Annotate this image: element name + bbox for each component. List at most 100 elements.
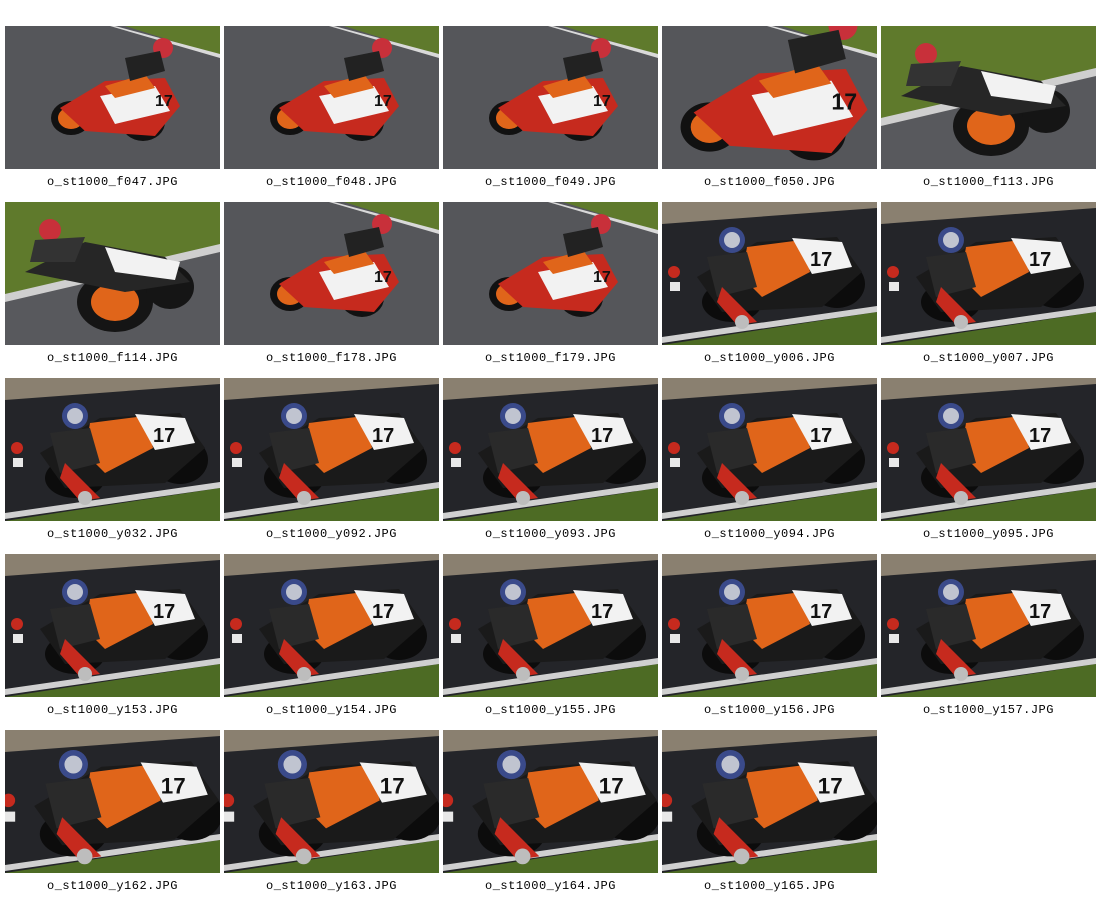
motorcycle-photo: 17 xyxy=(443,730,658,873)
thumbnail-item[interactable]: 17 o_st1000_y153.JPG xyxy=(5,554,220,724)
thumbnail-image[interactable]: 17 xyxy=(5,378,220,521)
thumbnail-filename[interactable]: o_st1000_y032.JPG xyxy=(5,527,220,541)
thumbnail-item[interactable]: 17 o_st1000_y155.JPG xyxy=(443,554,658,724)
thumbnail-image[interactable]: 17 xyxy=(5,730,220,873)
thumbnail-filename[interactable]: o_st1000_f178.JPG xyxy=(224,351,439,365)
thumbnail-filename[interactable]: o_st1000_y094.JPG xyxy=(662,527,877,541)
thumbnail-filename[interactable]: o_st1000_y092.JPG xyxy=(224,527,439,541)
thumbnail-gallery: 17 o_st1000_f047.JPG 17 o_st1000_f048.JP… xyxy=(0,0,1100,900)
thumbnail-filename[interactable]: o_st1000_y163.JPG xyxy=(224,879,439,893)
thumbnail-item[interactable]: 17 o_st1000_y165.JPG xyxy=(662,730,877,900)
thumbnail-image[interactable]: 17 xyxy=(881,202,1096,345)
thumbnail-item[interactable]: 17 o_st1000_y164.JPG xyxy=(443,730,658,900)
thumbnail-item[interactable]: 17 o_st1000_y154.JPG xyxy=(224,554,439,724)
thumbnail-item[interactable]: 17 o_st1000_y095.JPG xyxy=(881,378,1096,548)
thumbnail-filename[interactable]: o_st1000_y157.JPG xyxy=(881,703,1096,717)
svg-text:17: 17 xyxy=(1029,249,1051,271)
thumbnail-item[interactable]: 17 o_st1000_f179.JPG xyxy=(443,202,658,372)
svg-text:17: 17 xyxy=(380,774,405,799)
thumbnail-item[interactable]: 17 o_st1000_y094.JPG xyxy=(662,378,877,548)
thumbnail-item[interactable]: 17 o_st1000_y007.JPG xyxy=(881,202,1096,372)
thumbnail-item[interactable]: 17 o_st1000_f050.JPG xyxy=(662,26,877,196)
thumbnail-image[interactable]: 17 xyxy=(443,554,658,697)
thumbnail-item[interactable]: 17 o_st1000_f047.JPG xyxy=(5,26,220,196)
thumbnail-image[interactable]: 17 xyxy=(881,554,1096,697)
thumbnail-filename[interactable]: o_st1000_y165.JPG xyxy=(662,879,877,893)
thumbnail-filename[interactable]: o_st1000_y153.JPG xyxy=(5,703,220,717)
thumbnail-filename[interactable]: o_st1000_f047.JPG xyxy=(5,175,220,189)
thumbnail-item[interactable]: 17 o_st1000_y006.JPG xyxy=(662,202,877,372)
motorcycle-photo: 17 xyxy=(662,202,877,345)
thumbnail-item[interactable]: 17 o_st1000_y156.JPG xyxy=(662,554,877,724)
motorcycle-photo: 17 xyxy=(443,202,658,345)
thumbnail-image[interactable]: 17 xyxy=(443,26,658,169)
thumbnail-image[interactable]: 17 xyxy=(224,202,439,345)
thumbnail-image[interactable]: 17 xyxy=(662,730,877,873)
thumbnail-filename[interactable]: o_st1000_y154.JPG xyxy=(224,703,439,717)
motorcycle-photo: 17 xyxy=(662,730,877,873)
motorcycle-photo: 17 xyxy=(5,26,220,169)
thumbnail-image[interactable]: 17 xyxy=(224,26,439,169)
thumbnail-item[interactable]: 17 o_st1000_y032.JPG xyxy=(5,378,220,548)
svg-text:17: 17 xyxy=(591,601,613,623)
thumbnail-image[interactable]: 17 xyxy=(224,378,439,521)
svg-text:17: 17 xyxy=(818,774,843,799)
motorcycle-photo: 17 xyxy=(662,378,877,521)
thumbnail-item[interactable]: 17 o_st1000_y092.JPG xyxy=(224,378,439,548)
motorcycle-photo: 17 xyxy=(662,26,877,169)
thumbnail-filename[interactable]: o_st1000_y095.JPG xyxy=(881,527,1096,541)
svg-text:17: 17 xyxy=(599,774,624,799)
thumbnail-filename[interactable]: o_st1000_y093.JPG xyxy=(443,527,658,541)
svg-text:17: 17 xyxy=(810,425,832,447)
thumbnail-image[interactable]: 17 xyxy=(224,554,439,697)
thumbnail-filename[interactable]: o_st1000_f179.JPG xyxy=(443,351,658,365)
thumbnail-item[interactable]: 17 o_st1000_f048.JPG xyxy=(224,26,439,196)
svg-text:17: 17 xyxy=(372,425,394,447)
thumbnail-item[interactable]: 17 o_st1000_y093.JPG xyxy=(443,378,658,548)
thumbnail-image[interactable]: 17 xyxy=(881,378,1096,521)
thumbnail-filename[interactable]: o_st1000_y162.JPG xyxy=(5,879,220,893)
thumbnail-image[interactable]: 17 xyxy=(5,26,220,169)
svg-text:17: 17 xyxy=(831,89,857,115)
thumbnail-image[interactable] xyxy=(881,26,1096,169)
thumbnail-image[interactable]: 17 xyxy=(443,730,658,873)
thumbnail-filename[interactable]: o_st1000_y007.JPG xyxy=(881,351,1096,365)
svg-text:17: 17 xyxy=(153,601,175,623)
thumbnail-item[interactable]: 17 o_st1000_f049.JPG xyxy=(443,26,658,196)
motorcycle-photo: 17 xyxy=(224,378,439,521)
motorcycle-photo: 17 xyxy=(5,554,220,697)
svg-text:17: 17 xyxy=(1029,425,1051,447)
svg-text:17: 17 xyxy=(1029,601,1051,623)
thumbnail-image[interactable] xyxy=(5,202,220,345)
thumbnail-item[interactable]: 17 o_st1000_y157.JPG xyxy=(881,554,1096,724)
motorcycle-photo xyxy=(881,26,1096,169)
thumbnail-filename[interactable]: o_st1000_y006.JPG xyxy=(662,351,877,365)
motorcycle-photo: 17 xyxy=(443,26,658,169)
thumbnail-filename[interactable]: o_st1000_y156.JPG xyxy=(662,703,877,717)
thumbnail-filename[interactable]: o_st1000_f048.JPG xyxy=(224,175,439,189)
thumbnail-image[interactable]: 17 xyxy=(662,202,877,345)
thumbnail-image[interactable]: 17 xyxy=(662,554,877,697)
thumbnail-item[interactable]: o_st1000_f114.JPG xyxy=(5,202,220,372)
motorcycle-photo: 17 xyxy=(5,378,220,521)
thumbnail-filename[interactable]: o_st1000_y164.JPG xyxy=(443,879,658,893)
thumbnail-filename[interactable]: o_st1000_f113.JPG xyxy=(881,175,1096,189)
motorcycle-photo: 17 xyxy=(224,202,439,345)
thumbnail-item[interactable]: o_st1000_f113.JPG xyxy=(881,26,1096,196)
svg-text:17: 17 xyxy=(153,425,175,447)
thumbnail-image[interactable]: 17 xyxy=(662,26,877,169)
thumbnail-item[interactable]: 17 o_st1000_f178.JPG xyxy=(224,202,439,372)
thumbnail-image[interactable]: 17 xyxy=(5,554,220,697)
thumbnail-item[interactable]: 17 o_st1000_y162.JPG xyxy=(5,730,220,900)
thumbnail-filename[interactable]: o_st1000_f049.JPG xyxy=(443,175,658,189)
thumbnail-filename[interactable]: o_st1000_f050.JPG xyxy=(662,175,877,189)
thumbnail-filename[interactable]: o_st1000_f114.JPG xyxy=(5,351,220,365)
thumbnail-image[interactable]: 17 xyxy=(443,378,658,521)
thumbnail-item[interactable]: 17 o_st1000_y163.JPG xyxy=(224,730,439,900)
svg-text:17: 17 xyxy=(374,269,392,286)
thumbnail-image[interactable]: 17 xyxy=(662,378,877,521)
thumbnail-filename[interactable]: o_st1000_y155.JPG xyxy=(443,703,658,717)
svg-text:17: 17 xyxy=(593,93,611,110)
thumbnail-image[interactable]: 17 xyxy=(224,730,439,873)
thumbnail-image[interactable]: 17 xyxy=(443,202,658,345)
